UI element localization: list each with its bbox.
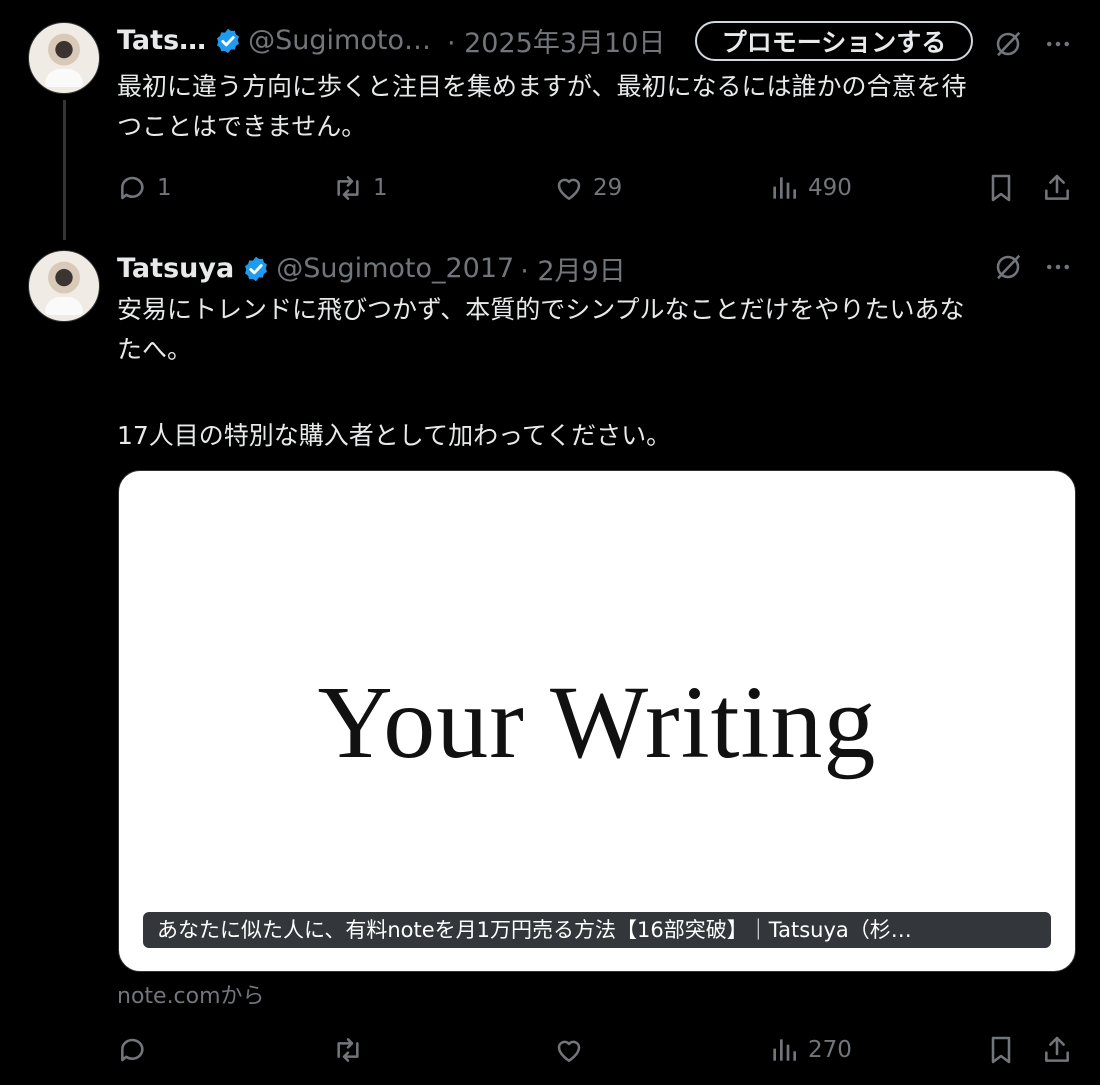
like-button[interactable]	[553, 1034, 593, 1066]
views-icon	[773, 1039, 796, 1061]
tweet-actions: 270	[117, 1030, 1077, 1070]
link-preview-card[interactable]: Your Writing あなたに似た人に、有料noteを月1万円売る方法【16…	[118, 470, 1076, 972]
thread-connector-line	[63, 100, 66, 240]
views-icon	[773, 177, 796, 199]
tweet-text-line: たへ。	[117, 335, 193, 364]
repost-icon	[337, 176, 359, 200]
author-handle[interactable]: @Sugimoto…	[248, 25, 431, 56]
reply-button[interactable]	[117, 1034, 157, 1066]
like-icon	[557, 1040, 581, 1062]
share-button[interactable]	[1041, 172, 1073, 204]
tweet-text-line: つことはできません。	[117, 112, 367, 141]
card-image-text: Your Writing	[317, 665, 877, 780]
reply-count: 1	[157, 175, 172, 201]
more-icon[interactable]	[1040, 249, 1076, 285]
tweet-date[interactable]: · 2月9日	[520, 249, 626, 288]
grok-icon[interactable]	[990, 26, 1026, 62]
reply-icon	[121, 176, 144, 200]
tweet-text-line: 17人目の特別な購入者として加わってください。	[117, 421, 672, 450]
author-handle[interactable]: @Sugimoto_2017	[276, 253, 514, 284]
tweet-header: Tats… @Sugimoto… · 2025年3月10日	[117, 21, 665, 60]
views-button[interactable]: 490	[768, 172, 852, 204]
bookmark-icon	[991, 174, 1011, 202]
tweet-text: 最初に違う方向に歩くと注目を集めますが、最初になるには誰かの合意を待 つことはで…	[117, 67, 967, 147]
author-name[interactable]: Tats…	[117, 25, 206, 56]
like-count: 29	[593, 175, 623, 201]
tweet-date[interactable]: · 2025年3月10日	[447, 21, 665, 60]
more-icon[interactable]	[1040, 26, 1076, 62]
verified-badge-icon	[242, 255, 270, 283]
repost-button[interactable]: 1	[331, 172, 388, 204]
bookmark-button[interactable]	[985, 1034, 1017, 1066]
tweet-text-line: 安易にトレンドに飛びつかず、本質的でシンプルなことだけをやりたいあな	[117, 295, 965, 324]
repost-count: 1	[373, 175, 388, 201]
tweet-text: 安易にトレンドに飛びつかず、本質的でシンプルなことだけをやりたいあな たへ。 1…	[117, 290, 965, 456]
verified-badge-icon	[214, 27, 242, 55]
repost-icon	[337, 1038, 359, 1062]
like-icon	[557, 178, 581, 200]
reply-button[interactable]: 1	[117, 172, 172, 204]
grok-icon[interactable]	[990, 249, 1026, 285]
like-button[interactable]: 29	[553, 172, 622, 204]
tweet-header: Tatsuya @Sugimoto_2017 · 2月9日	[117, 249, 626, 288]
views-count: 270	[808, 1037, 852, 1063]
reply-icon	[121, 1038, 144, 1062]
bookmark-icon	[991, 1036, 1011, 1064]
share-button[interactable]	[1041, 1034, 1073, 1066]
avatar[interactable]	[28, 22, 100, 94]
share-icon	[1045, 174, 1069, 200]
tweet-text-line	[117, 370, 965, 410]
views-button[interactable]: 270	[768, 1034, 852, 1066]
bookmark-button[interactable]	[985, 172, 1017, 204]
share-icon	[1045, 1036, 1069, 1062]
views-count: 490	[808, 175, 852, 201]
tweet-actions: 1 1 29 490	[117, 168, 1077, 208]
card-source[interactable]: note.comから	[117, 978, 265, 1010]
repost-button[interactable]	[331, 1034, 373, 1066]
tweet-text-line: 最初に違う方向に歩くと注目を集めますが、最初になるには誰かの合意を待	[117, 72, 967, 101]
promote-button[interactable]: プロモーションする	[695, 21, 973, 61]
card-title: あなたに似た人に、有料noteを月1万円売る方法【16部突破】｜Tatsuya（…	[143, 912, 1051, 948]
author-name[interactable]: Tatsuya	[117, 253, 234, 284]
avatar[interactable]	[28, 250, 100, 322]
